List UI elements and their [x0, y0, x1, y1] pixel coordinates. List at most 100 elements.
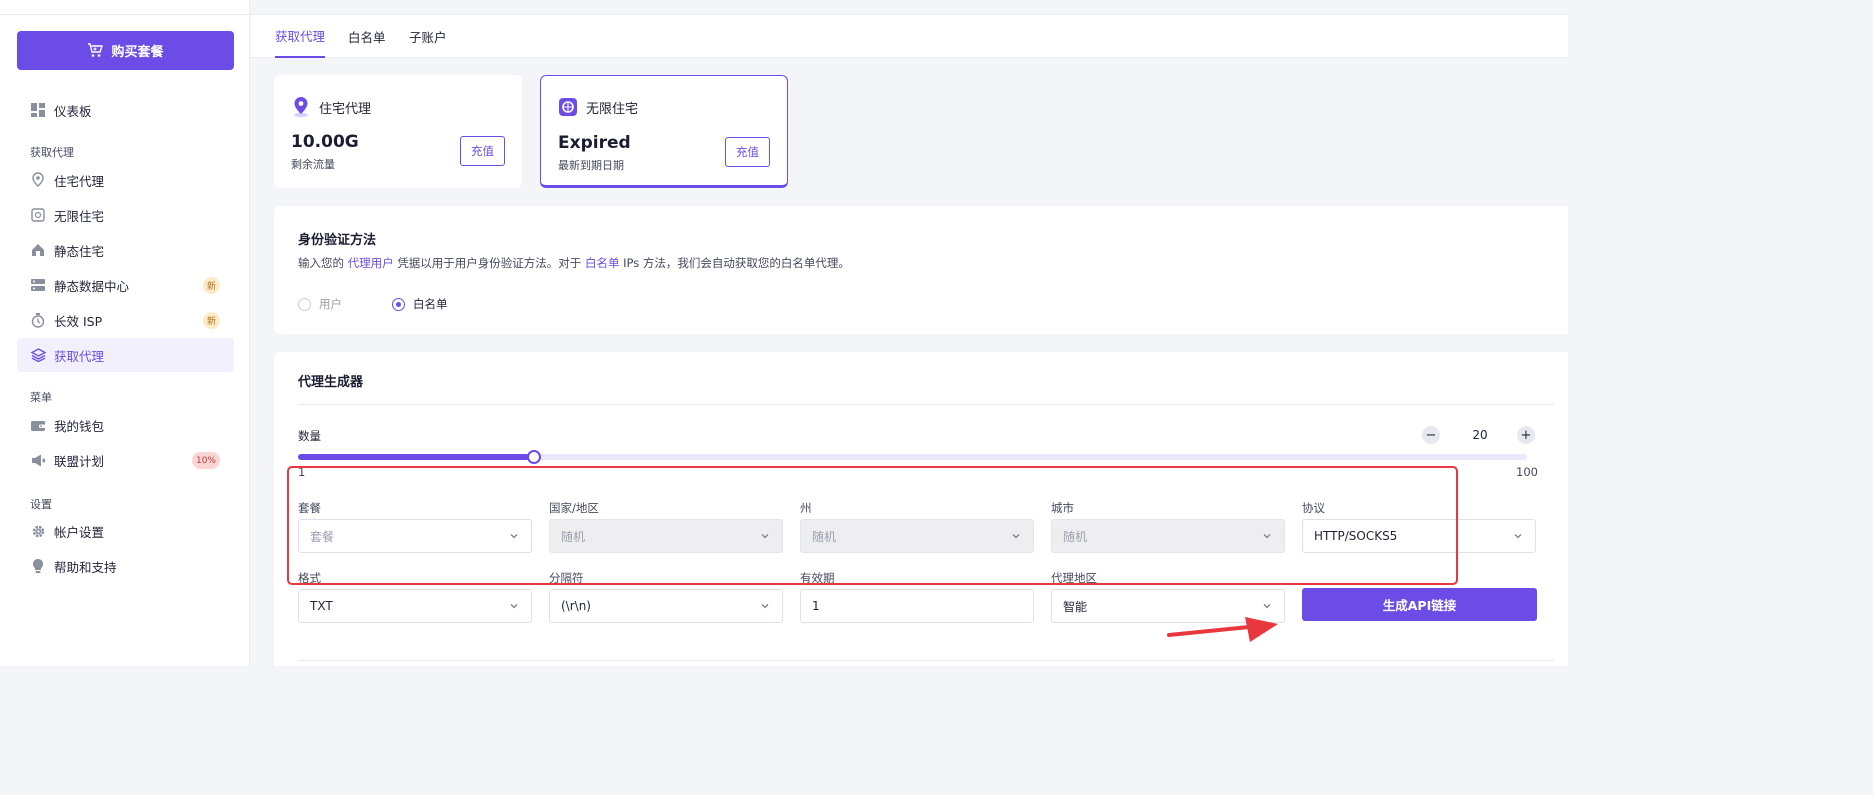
sidebar-item-label: 静态住宅 [54, 243, 105, 259]
buy-package-button[interactable]: 购买套餐 [17, 31, 234, 70]
slider-thumb[interactable] [527, 450, 541, 464]
desc-text: IPs 方法，我们会自动获取您的白名单代理。 [623, 256, 850, 270]
generate-api-link-button[interactable]: 生成API链接 [1302, 588, 1537, 621]
format-label: 格式 [298, 571, 321, 585]
slider-fill [298, 454, 534, 460]
divider [298, 660, 1554, 661]
format-select[interactable]: TXT [298, 589, 532, 623]
unlimited-residential-card[interactable]: 无限住宅 Expired 最新到期日期 充值 [540, 75, 788, 188]
residential-proxy-card[interactable]: 住宅代理 10.00G 剩余流量 充值 [274, 75, 522, 188]
validity-label: 有效期 [800, 571, 835, 585]
package-select[interactable]: 套餐 [298, 519, 532, 553]
sidebar-item-account-settings[interactable]: 帐户设置 [17, 514, 234, 548]
infinite-residential-icon [559, 98, 577, 116]
sidebar-item-help[interactable]: 帮助和支持 [17, 549, 234, 583]
country-select[interactable]: 随机 [549, 519, 783, 553]
sidebar-item-label: 住宅代理 [54, 173, 105, 189]
lightbulb-icon [30, 558, 46, 574]
auth-method-card: 身份验证方法 输入您的 代理用户 凭据以用于用户身份验证方法。对于 白名单 IP… [274, 206, 1568, 334]
sidebar-item-longterm-isp[interactable]: 长效 ISP 新 [17, 303, 234, 337]
divider [0, 14, 250, 15]
card-title-label: 住宅代理 [319, 101, 372, 117]
sidebar-item-affiliate[interactable]: 联盟计划 10% [17, 443, 234, 477]
proxy-user-link[interactable]: 代理用户 [348, 256, 394, 270]
infinite-residential-icon [30, 207, 46, 223]
state-label: 州 [800, 501, 812, 515]
separator-label: 分隔符 [549, 571, 584, 585]
sidebar-item-label: 帐户设置 [54, 524, 105, 540]
radio-whitelist[interactable]: 白名单 [392, 296, 448, 312]
chevron-down-icon [1012, 534, 1020, 539]
chevron-down-icon [510, 534, 518, 539]
sidebar-item-static-datacenter[interactable]: 静态数据中心 新 [17, 268, 234, 302]
state-select[interactable]: 随机 [800, 519, 1034, 553]
tab-whitelist[interactable]: 白名单 [348, 15, 386, 58]
dashboard-icon [30, 102, 46, 118]
server-icon [30, 277, 46, 293]
sidebar-item-label: 帮助和支持 [54, 559, 117, 575]
megaphone-icon [30, 452, 46, 468]
remaining-traffic-value: 10.00G [291, 132, 359, 152]
chevron-down-icon [1263, 604, 1271, 609]
whitelist-link[interactable]: 白名单 [585, 256, 620, 270]
section-label-settings: 设置 [30, 498, 52, 511]
slider-max-label: 100 [1516, 465, 1538, 479]
select-value: 随机 [812, 529, 837, 544]
select-value: HTTP/SOCKS5 [1314, 529, 1398, 543]
proxy-region-label: 代理地区 [1051, 571, 1097, 585]
cart-icon [88, 43, 104, 57]
location-pin-icon [30, 172, 46, 188]
section-label-get-proxy: 获取代理 [30, 146, 74, 159]
sidebar-item-residential[interactable]: 住宅代理 [17, 163, 234, 197]
input-value: 1 [812, 599, 820, 613]
recharge-button[interactable]: 充值 [725, 137, 770, 167]
quantity-label: 数量 [298, 429, 321, 443]
quantity-slider[interactable] [298, 450, 1527, 464]
chevron-down-icon [510, 604, 518, 609]
sidebar-item-dashboard[interactable]: 仪表板 [17, 93, 234, 127]
radio-circle [298, 297, 311, 311]
quantity-increment-button[interactable]: + [1517, 426, 1535, 444]
recharge-button[interactable]: 充值 [460, 136, 505, 166]
new-badge: 新 [202, 312, 220, 329]
proxy-generator-card: 代理生成器 数量 − 20 + 1 100 套餐 套餐 国家/地区 随机 州 随… [274, 352, 1568, 666]
radio-user[interactable]: 用户 [298, 296, 342, 312]
sidebar-item-get-proxy[interactable]: 获取代理 [17, 338, 234, 372]
validity-input[interactable]: 1 [800, 589, 1034, 623]
quantity-decrement-button[interactable]: − [1422, 426, 1440, 444]
tab-sub-accounts[interactable]: 子账户 [409, 15, 447, 58]
divider [298, 404, 1554, 405]
sidebar-item-label: 获取代理 [54, 348, 105, 364]
sidebar-item-label: 静态数据中心 [54, 278, 130, 294]
location-pin-icon [294, 97, 308, 118]
section-label-menu: 菜单 [30, 391, 52, 404]
desc-text: 输入您的 [298, 256, 344, 270]
separator-select[interactable]: (\r\n) [549, 589, 783, 623]
sidebar-item-wallet[interactable]: 我的钱包 [17, 408, 234, 442]
proxy-generator-title: 代理生成器 [298, 375, 364, 390]
chevron-down-icon [761, 604, 769, 609]
select-value: TXT [310, 599, 333, 613]
select-value: 随机 [1063, 529, 1088, 544]
expiry-status-value: Expired [558, 133, 631, 153]
auth-method-title: 身份验证方法 [298, 233, 377, 248]
tab-get-proxy[interactable]: 获取代理 [275, 15, 326, 58]
quantity-value[interactable]: 20 [1460, 428, 1500, 442]
commission-badge: 10% [191, 452, 220, 469]
layers-icon [30, 347, 46, 363]
select-value: 随机 [561, 529, 586, 544]
protocol-select[interactable]: HTTP/SOCKS5 [1302, 519, 1536, 553]
sidebar: 购买套餐 仪表板 获取代理 住宅代理 无限住宅 静态住宅 静态数据中心 新 长效… [0, 0, 250, 666]
sidebar-item-label: 仪表板 [54, 103, 92, 119]
tab-bar: 获取代理 白名单 子账户 [251, 14, 1568, 58]
radio-circle-selected [392, 297, 405, 311]
select-value: 智能 [1063, 599, 1088, 614]
city-select[interactable]: 随机 [1051, 519, 1285, 553]
annotation-arrow-icon [1167, 617, 1278, 642]
sidebar-item-unlimited[interactable]: 无限住宅 [17, 198, 234, 232]
sidebar-item-static-residential[interactable]: 静态住宅 [17, 233, 234, 267]
home-icon [30, 242, 46, 258]
stopwatch-icon [30, 312, 46, 328]
select-value: (\r\n) [561, 599, 591, 613]
city-label: 城市 [1051, 501, 1074, 515]
